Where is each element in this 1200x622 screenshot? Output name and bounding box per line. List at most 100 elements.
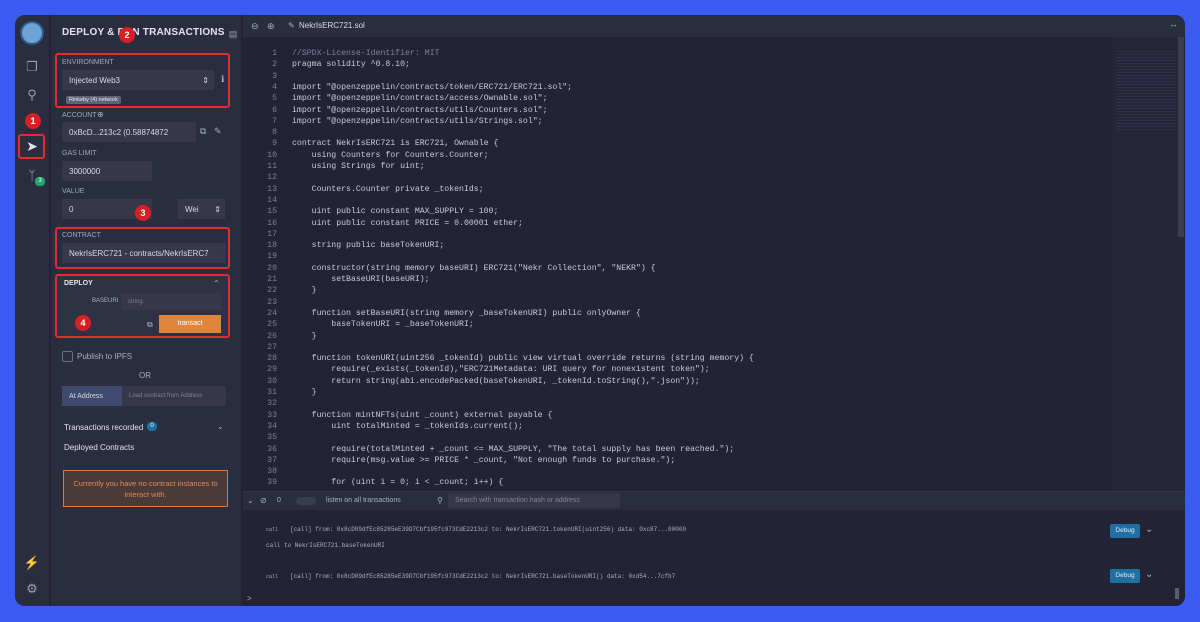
code-line[interactable]: 39 for (uint i = 0; i < _count; i++) { xyxy=(243,477,1111,489)
code-text: uint totalMinted = _tokenIds.current(); xyxy=(292,421,523,431)
terminal-search-input[interactable]: Search with transaction hash or address xyxy=(448,493,620,508)
environment-select[interactable]: Injected Web3 ⇕ xyxy=(62,70,214,90)
code-line[interactable]: 15 uint public constant MAX_SUPPLY = 100… xyxy=(243,206,1111,218)
collapse-icon[interactable]: ⌄ xyxy=(247,496,254,505)
listen-toggle[interactable] xyxy=(296,497,316,505)
code-line[interactable]: 32 xyxy=(243,398,1111,410)
git-badge: 3 xyxy=(35,177,45,186)
debug-button[interactable]: Debug xyxy=(1110,524,1140,538)
copy-icon[interactable]: ⧉ xyxy=(147,320,153,330)
file-tab[interactable]: NekrIsERC721.sol xyxy=(299,21,365,30)
contract-select[interactable]: NekrIsERC721 - contracts/NekrIsERC7 xyxy=(62,243,226,263)
at-address-button[interactable]: At Address xyxy=(62,386,122,406)
code-line[interactable]: 13 Counters.Counter private _tokenIds; xyxy=(243,184,1111,196)
debug-button[interactable]: Debug xyxy=(1110,569,1140,583)
plus-circle-icon[interactable]: ⊕ xyxy=(97,110,104,119)
code-line[interactable]: 37 require(msg.value >= PRICE * _count, … xyxy=(243,455,1111,467)
code-line[interactable]: 25 baseTokenURI = _baseTokenURI; xyxy=(243,319,1111,331)
code-line[interactable]: 5 import "@openzeppelin/contracts/access/… xyxy=(243,93,1111,105)
code-text: return string(abi.encodePacked(baseToken… xyxy=(292,376,700,386)
doc-icon[interactable]: ▤ xyxy=(229,29,238,39)
file-explorer-icon[interactable]: ❐ xyxy=(22,57,42,77)
zoom-out-icon[interactable]: ⊖ xyxy=(251,21,259,32)
remix-logo[interactable] xyxy=(20,21,44,45)
code-text: Counters.Counter private _tokenIds; xyxy=(292,184,484,194)
code-line[interactable]: 35 xyxy=(243,432,1111,444)
code-line[interactable]: 24 function setBaseURI(string memory _ba… xyxy=(243,308,1111,320)
chevron-down-icon[interactable]: ⌄ xyxy=(1145,569,1153,580)
publish-checkbox[interactable] xyxy=(62,351,73,362)
code-line[interactable]: 20 constructor(string memory baseURI) ER… xyxy=(243,263,1111,275)
code-line[interactable]: 26 } xyxy=(243,331,1111,343)
code-text: import "@openzeppelin/contracts/utils/St… xyxy=(292,116,543,126)
minimap[interactable] xyxy=(1112,37,1184,493)
terminal-prompt[interactable]: > xyxy=(247,594,252,603)
terminal-scrollbar[interactable] xyxy=(1175,588,1179,599)
listen-label: listen on all transactions xyxy=(326,497,401,504)
transact-button[interactable]: transact xyxy=(159,315,221,333)
clear-icon[interactable]: ⊘ xyxy=(260,496,267,505)
code-line[interactable]: 17 xyxy=(243,229,1111,241)
contract-label: CONTRACT xyxy=(62,232,101,239)
code-line[interactable]: 8 xyxy=(243,127,1111,139)
baseuri-input[interactable]: string xyxy=(121,293,221,310)
editor: ⊖ ⊕ ✎ NekrIsERC721.sol ↔ 1 //SPDX-License… xyxy=(243,15,1185,606)
info-icon[interactable]: ℹ xyxy=(221,74,224,85)
code-text: contract NekrIsERC721 is ERC721, Ownable… xyxy=(292,139,499,149)
code-line[interactable]: 3 xyxy=(243,71,1111,83)
load-address-placeholder: Load contract from Address xyxy=(129,393,203,399)
code-line[interactable]: 1 //SPDX-License-Identifier: MIT xyxy=(243,48,1111,60)
network-badge: Rinkeby (4) network xyxy=(66,96,121,104)
code-line[interactable]: 4 import "@openzeppelin/contracts/token/E… xyxy=(243,82,1111,94)
gas-limit-input[interactable]: 3000000 xyxy=(62,161,152,181)
code-line[interactable]: 34 uint totalMinted = _tokenIds.current(… xyxy=(243,421,1111,433)
code-line[interactable]: 12 xyxy=(243,172,1111,184)
unit-select[interactable]: Wei ⇕ xyxy=(178,199,225,219)
code-line[interactable]: 36 require(totalMinted + _count <= MAX_S… xyxy=(243,444,1111,456)
line-number: 28 xyxy=(267,354,277,364)
chevron-down-icon[interactable]: ⌄ xyxy=(1145,524,1153,535)
code-line[interactable]: 19 xyxy=(243,251,1111,263)
code-line[interactable]: 33 function mintNFTs(uint _count) extern… xyxy=(243,410,1111,422)
deploy-icon[interactable]: ➤ xyxy=(22,136,42,156)
code-line[interactable]: 18 string public baseTokenURI; xyxy=(243,240,1111,252)
code-line[interactable]: 28 function tokenURI(uint256 _tokenId) p… xyxy=(243,353,1111,365)
code-line[interactable]: 11 using Strings for uint; xyxy=(243,161,1111,173)
code-line[interactable]: 10 using Counters for Counters.Counter; xyxy=(243,150,1111,162)
code-line[interactable]: 14 xyxy=(243,195,1111,207)
code-line[interactable]: 30 return string(abi.encodePacked(baseTo… xyxy=(243,376,1111,388)
code-line[interactable]: 2 pragma solidity ^0.8.10; xyxy=(243,59,1111,71)
code-line[interactable]: 6 import "@openzeppelin/contracts/utils/C… xyxy=(243,105,1111,117)
zoom-in-icon[interactable]: ⊕ xyxy=(267,21,275,32)
code-text: baseTokenURI = _baseTokenURI; xyxy=(292,320,474,330)
code-line[interactable]: 29 require(_exists(_tokenId),"ERC721Meta… xyxy=(243,364,1111,376)
expand-icon[interactable]: ↔ xyxy=(1169,19,1178,29)
code-line[interactable]: 22 } xyxy=(243,285,1111,297)
plug-icon[interactable]: ⚡ xyxy=(22,553,42,573)
code-line[interactable]: 21 setBaseURI(baseURI); xyxy=(243,274,1111,286)
chevron-up-icon[interactable]: ⌃ xyxy=(213,279,220,288)
line-number: 13 xyxy=(267,184,277,194)
line-number: 6 xyxy=(272,105,277,115)
code-line[interactable]: 16 uint public constant PRICE = 0.00001 … xyxy=(243,218,1111,230)
search-icon[interactable]: ⚲ xyxy=(22,85,42,105)
code-line[interactable]: 23 xyxy=(243,297,1111,309)
code-line[interactable]: 38 xyxy=(243,466,1111,478)
account-select[interactable]: 0xBcD...213c2 (0.58874872 xyxy=(62,122,196,142)
transactions-recorded-label[interactable]: Transactions recorded xyxy=(64,423,143,432)
settings-icon[interactable]: ⚙ xyxy=(22,579,42,599)
edit-icon[interactable]: ✎ xyxy=(214,126,222,137)
chevron-down-icon[interactable]: ⌄ xyxy=(217,422,224,431)
code-line[interactable]: 31 } xyxy=(243,387,1111,399)
code-line[interactable]: 27 xyxy=(243,342,1111,354)
code-area[interactable]: 1 //SPDX-License-Identifier: MIT 2 pragma s… xyxy=(243,37,1111,491)
code-line[interactable]: 9 contract NekrIsERC721 is ERC721, Ownabl… xyxy=(243,138,1111,150)
minimap-scrollbar[interactable] xyxy=(1178,37,1184,237)
copy-icon[interactable]: ⧉ xyxy=(200,126,206,137)
gas-limit-value: 3000000 xyxy=(69,166,101,176)
line-number: 2 xyxy=(272,60,277,70)
code-line[interactable]: 7 import "@openzeppelin/contracts/utils/S… xyxy=(243,116,1111,128)
line-number: 8 xyxy=(272,128,277,138)
line-number: 1 xyxy=(272,49,277,58)
load-address-input[interactable]: Load contract from Address xyxy=(122,386,226,406)
